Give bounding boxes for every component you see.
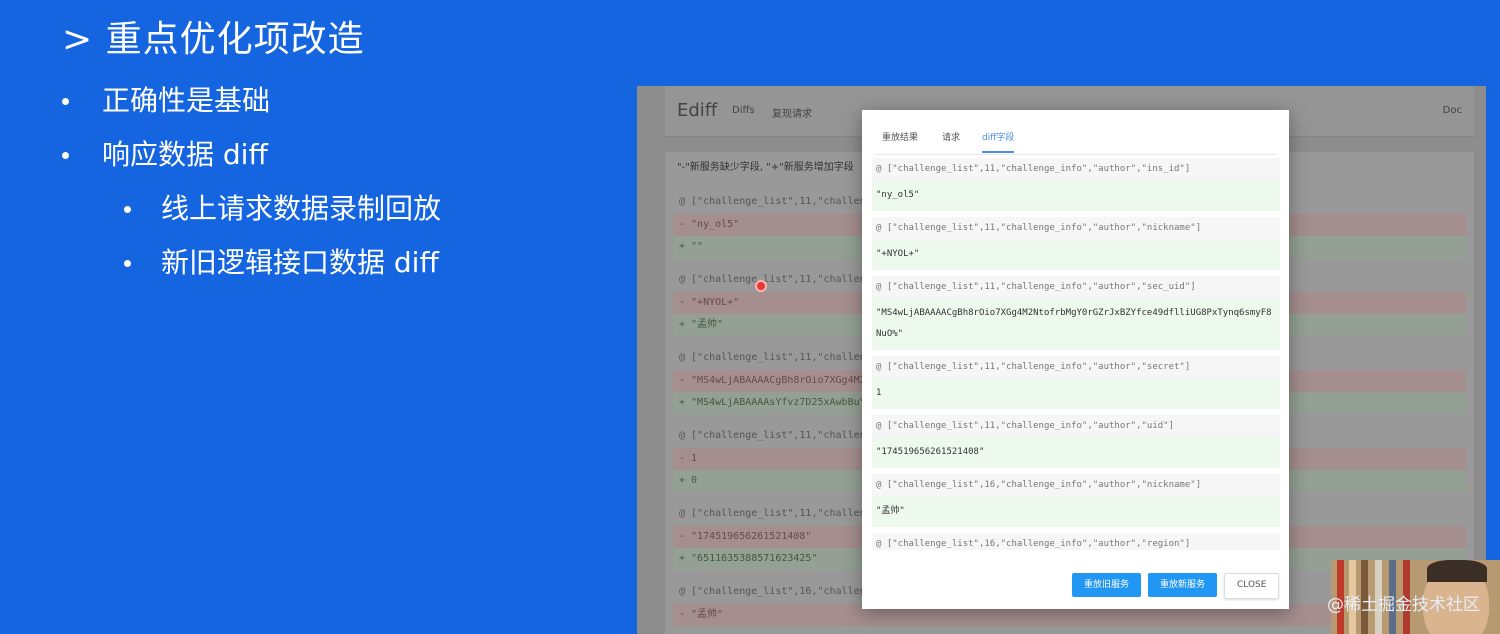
diff-field-list[interactable]: @ ["challenge_list",11,"challenge_info",…: [872, 158, 1280, 550]
tab-request[interactable]: 请求: [942, 130, 960, 151]
nav-doc[interactable]: Doc: [1443, 105, 1462, 116]
diff-field-entry: @ ["challenge_list",11,"challenge_info",…: [872, 356, 1280, 409]
field-path: @ ["challenge_list",16,"challenge_info",…: [872, 533, 1280, 550]
diff-field-entry: @ ["challenge_list",11,"challenge_info",…: [872, 415, 1280, 468]
field-value: 1: [872, 378, 1280, 409]
diff-detail-dialog: 重放结果 请求 diff字段 @ ["challenge_list",11,"c…: [862, 110, 1289, 609]
watermark: @稀土掘金技术社区: [1327, 595, 1480, 615]
close-button[interactable]: CLOSE: [1224, 573, 1280, 599]
diff-field-entry: @ ["challenge_list",11,"challenge_info",…: [872, 158, 1280, 211]
diff-field-entry: @ ["challenge_list",16,"challenge_info",…: [872, 533, 1280, 550]
bullet-text: 正确性是基础: [102, 84, 271, 117]
field-path: @ ["challenge_list",11,"challenge_info",…: [872, 356, 1280, 378]
field-value: "MS4wLjABAAAACgBh8rOio7XGg4M2NtofrbMgY0r…: [872, 298, 1280, 350]
field-path: @ ["challenge_list",11,"challenge_info",…: [872, 158, 1280, 180]
tab-replay-result[interactable]: 重放结果: [882, 130, 918, 151]
field-path: @ ["challenge_list",11,"challenge_info",…: [872, 276, 1280, 298]
bullet-item: 响应数据 diff: [62, 132, 441, 186]
bullet-dot: [62, 152, 69, 159]
sub-bullet-item: 新旧逻辑接口数据 diff: [62, 240, 441, 294]
field-path: @ ["challenge_list",11,"challenge_info",…: [872, 415, 1280, 437]
slide-title: > 重点优化项改造: [62, 19, 365, 60]
bullet-dot: [124, 260, 131, 267]
bullet-dot: [124, 206, 131, 213]
tab-diff-fields[interactable]: diff字段: [982, 130, 1015, 153]
replay-old-service-button[interactable]: 重放旧服务: [1072, 573, 1142, 597]
sub-bullet-item: 线上请求数据录制回放: [62, 186, 441, 240]
diff-legend: "-"新服务缺少字段, "+"新服务增加字段: [677, 162, 854, 173]
diff-field-entry: @ ["challenge_list",16,"challenge_info",…: [872, 474, 1280, 527]
nav-diffs[interactable]: Diffs: [732, 105, 755, 116]
bullet-dot: [62, 98, 69, 105]
field-value: "174519656261521408": [872, 437, 1280, 468]
bullet-text: 新旧逻辑接口数据 diff: [161, 246, 439, 279]
dialog-tabs: 重放结果 请求 diff字段: [874, 126, 1277, 155]
bullet-item: 正确性是基础: [62, 78, 441, 132]
bullet-text: 线上请求数据录制回放: [161, 192, 442, 225]
replay-new-service-button[interactable]: 重放新服务: [1148, 573, 1218, 597]
bullet-text: 响应数据 diff: [102, 138, 268, 171]
presenter-hair: [1427, 560, 1487, 582]
field-value: "孟帅": [872, 496, 1280, 527]
app-brand[interactable]: Ediff: [677, 100, 717, 121]
field-value: "+NYOL+": [872, 239, 1280, 270]
field-path: @ ["challenge_list",11,"challenge_info",…: [872, 217, 1280, 239]
bullet-list: 正确性是基础 响应数据 diff 线上请求数据录制回放 新旧逻辑接口数据 dif…: [62, 78, 441, 294]
field-value: "ny_ol5": [872, 180, 1280, 211]
pointer-indicator: [755, 280, 767, 292]
nav-replay-request[interactable]: 复现请求: [772, 105, 812, 120]
diff-field-entry: @ ["challenge_list",11,"challenge_info",…: [872, 217, 1280, 270]
field-path: @ ["challenge_list",16,"challenge_info",…: [872, 474, 1280, 496]
diff-field-entry: @ ["challenge_list",11,"challenge_info",…: [872, 276, 1280, 350]
